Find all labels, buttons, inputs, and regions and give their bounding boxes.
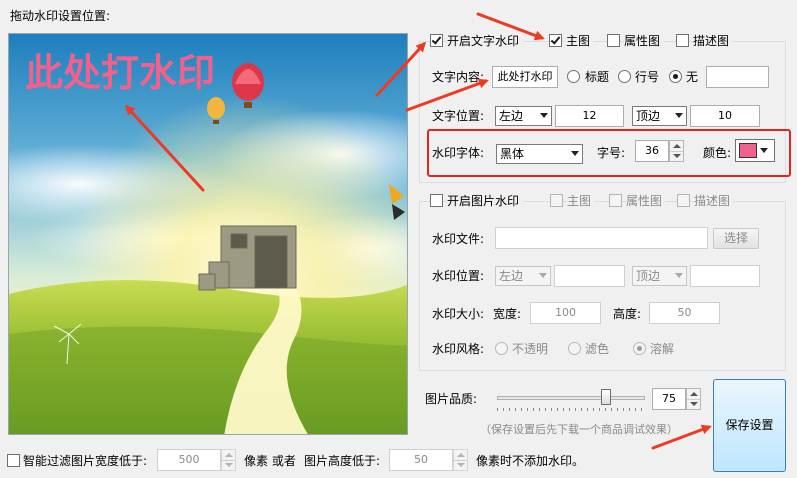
image-y-offset-input[interactable] bbox=[690, 265, 760, 287]
chevron-down-icon bbox=[571, 151, 579, 156]
watermark-height-label: 高度: bbox=[613, 307, 642, 321]
text-vertical-select[interactable]: 顶边 bbox=[632, 106, 687, 126]
watermark-style-label: 水印风格: bbox=[432, 342, 485, 356]
image-horizontal-value: 左边 bbox=[499, 269, 524, 283]
image-target-attribute-checkbox[interactable] bbox=[609, 194, 622, 207]
image-target-main-checkbox[interactable] bbox=[550, 194, 563, 207]
quality-slider[interactable] bbox=[497, 388, 645, 412]
text-horizontal-value: 左边 bbox=[499, 109, 524, 123]
text-vertical-value: 顶边 bbox=[636, 109, 661, 123]
text-x-offset-input[interactable]: 12 bbox=[555, 105, 624, 127]
style-screen-radio[interactable] bbox=[568, 342, 581, 355]
text-target-main-checkbox[interactable] bbox=[549, 34, 562, 47]
watermark-size-label: 水印大小: bbox=[432, 307, 485, 321]
image-horizontal-select[interactable]: 左边 bbox=[495, 266, 551, 286]
spin-up-icon bbox=[457, 453, 465, 457]
browse-file-button[interactable]: 选择 bbox=[713, 228, 759, 249]
image-target-attribute-label: 属性图 bbox=[626, 194, 666, 208]
style-dissolve-radio[interactable] bbox=[633, 342, 646, 355]
font-size-label: 字号: bbox=[597, 146, 626, 160]
text-position-label: 文字位置: bbox=[432, 109, 485, 123]
text-target-description-checkbox[interactable] bbox=[676, 34, 689, 47]
spin-up-icon bbox=[690, 392, 698, 396]
min-width-spinner[interactable] bbox=[221, 449, 236, 471]
style-opaque-radio[interactable] bbox=[495, 342, 508, 355]
style-screen-label: 滤色 bbox=[585, 342, 610, 356]
style-opaque-label: 不透明 bbox=[512, 342, 549, 356]
spin-down-icon bbox=[457, 463, 465, 467]
watermark-text-overlay[interactable]: 此处打水印 bbox=[25, 50, 215, 96]
font-value: 黑体 bbox=[500, 147, 525, 161]
content-row-radio[interactable] bbox=[618, 70, 631, 83]
enable-image-watermark-label: 开启图片水印 bbox=[447, 194, 524, 208]
content-none-radio[interactable] bbox=[669, 70, 682, 83]
spin-down-icon bbox=[225, 463, 233, 467]
chevron-down-icon bbox=[539, 273, 547, 278]
color-picker[interactable] bbox=[735, 139, 775, 162]
content-title-label: 标题 bbox=[585, 70, 610, 84]
min-width-input[interactable]: 500 bbox=[157, 449, 221, 471]
text-target-attribute-checkbox[interactable] bbox=[607, 34, 620, 47]
min-height-input[interactable]: 50 bbox=[389, 449, 453, 471]
watermark-preview[interactable]: 此处打水印 bbox=[8, 33, 408, 435]
min-height-label: 图片高度低于: bbox=[304, 454, 381, 468]
chevron-down-icon bbox=[540, 113, 548, 118]
enable-image-watermark-checkbox[interactable] bbox=[430, 194, 443, 207]
image-position-label: 水印位置: bbox=[432, 269, 485, 283]
spin-up-icon bbox=[673, 144, 681, 148]
smart-filter-label: 智能过滤图片宽度低于: bbox=[23, 454, 148, 468]
quality-label: 图片品质: bbox=[425, 392, 478, 406]
font-select[interactable]: 黑体 bbox=[496, 144, 583, 164]
image-x-offset-input[interactable] bbox=[554, 265, 625, 287]
smart-filter-checkbox[interactable] bbox=[7, 454, 20, 467]
color-label: 颜色: bbox=[703, 146, 732, 160]
watermark-height-input[interactable]: 50 bbox=[649, 302, 720, 324]
text-content-label: 文字内容: bbox=[432, 70, 485, 84]
image-target-description-checkbox[interactable] bbox=[677, 194, 690, 207]
image-vertical-value: 顶边 bbox=[636, 269, 661, 283]
watermark-file-input[interactable] bbox=[495, 227, 708, 249]
pixel-or-label: 像素 或者 bbox=[244, 454, 296, 468]
text-content-input[interactable]: 此处打水印 bbox=[492, 66, 558, 88]
spin-down-icon bbox=[673, 154, 681, 158]
quality-slider-track bbox=[497, 396, 645, 400]
chevron-down-icon bbox=[760, 148, 768, 153]
save-settings-button[interactable]: 保存设置 bbox=[713, 379, 786, 472]
filter-suffix-label: 像素时不添加水印。 bbox=[476, 454, 585, 468]
chevron-down-icon bbox=[675, 273, 683, 278]
enable-text-watermark-label: 开启文字水印 bbox=[447, 34, 524, 48]
font-size-input[interactable]: 36 bbox=[635, 140, 669, 162]
quality-spinner[interactable] bbox=[686, 388, 701, 410]
text-horizontal-select[interactable]: 左边 bbox=[495, 106, 552, 126]
quality-input[interactable]: 75 bbox=[652, 388, 686, 410]
image-target-main-label: 主图 bbox=[567, 194, 595, 208]
min-height-spinner[interactable] bbox=[453, 449, 468, 471]
content-row-label: 行号 bbox=[635, 70, 660, 84]
image-target-description-label: 描述图 bbox=[694, 194, 734, 208]
spin-up-icon bbox=[225, 453, 233, 457]
quality-slider-thumb[interactable] bbox=[601, 389, 611, 405]
text-target-description-label: 描述图 bbox=[693, 34, 733, 48]
quality-hint: （保存设置后先下载一个商品调试效果） bbox=[480, 423, 678, 436]
chevron-down-icon bbox=[675, 113, 683, 118]
color-swatch bbox=[739, 143, 757, 158]
enable-text-watermark-checkbox[interactable] bbox=[430, 34, 443, 47]
text-target-attribute-label: 属性图 bbox=[624, 34, 664, 48]
watermark-file-label: 水印文件: bbox=[432, 232, 485, 246]
content-none-label: 无 bbox=[686, 70, 699, 84]
font-label: 水印字体: bbox=[432, 146, 485, 160]
style-dissolve-label: 溶解 bbox=[650, 342, 675, 356]
quality-slider-ticks bbox=[497, 408, 645, 411]
content-custom-input[interactable] bbox=[706, 66, 769, 88]
content-title-radio[interactable] bbox=[567, 70, 580, 83]
font-size-spinner[interactable] bbox=[669, 140, 684, 162]
image-vertical-select[interactable]: 顶边 bbox=[632, 266, 687, 286]
watermark-width-label: 宽度: bbox=[493, 307, 522, 321]
spin-down-icon bbox=[690, 402, 698, 406]
watermark-width-input[interactable]: 100 bbox=[530, 302, 601, 324]
text-target-main-label: 主图 bbox=[566, 34, 594, 48]
text-y-offset-input[interactable]: 10 bbox=[690, 105, 760, 127]
page-title: 拖动水印设置位置: bbox=[10, 9, 111, 23]
